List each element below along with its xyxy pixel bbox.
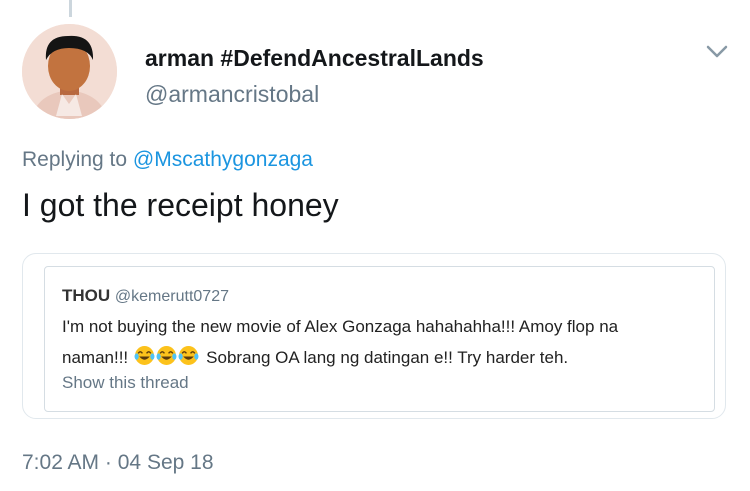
quoted-text-before-emoji: naman!!! <box>62 348 129 367</box>
quoted-text-after-emoji: Sobrang OA lang ng datingan e!! Try hard… <box>206 348 569 367</box>
quoted-author-name: THOU <box>62 286 111 305</box>
tweet-time[interactable]: 7:02 AM <box>22 451 99 474</box>
chevron-down-icon[interactable] <box>706 45 728 59</box>
show-thread-link[interactable]: Show this thread <box>62 373 189 393</box>
avatar-illustration <box>22 24 117 119</box>
replying-prefix: Replying to <box>22 148 128 171</box>
tears-of-joy-emoji <box>134 345 156 371</box>
quoted-text-line-1: I'm not buying the new movie of Alex Gon… <box>62 317 619 336</box>
user-handle[interactable]: @armancristobal <box>145 81 319 108</box>
tears-of-joy-emoji <box>178 345 200 371</box>
tweet-text: I got the receipt honey <box>22 187 339 223</box>
tears-of-joy-emoji <box>156 345 178 371</box>
tweet-date[interactable]: 04 Sep 18 <box>118 451 214 474</box>
reply-mention-link[interactable]: @Mscathygonzaga <box>133 148 313 171</box>
timestamp-separator: · <box>104 451 112 474</box>
display-name[interactable]: arman #DefendAncestralLands <box>145 45 484 72</box>
thread-connector-line <box>69 0 72 17</box>
quoted-author-handle: @kemerutt0727 <box>114 288 229 305</box>
tweet-timestamp[interactable]: 7:02 AM · 04 Sep 18 <box>22 451 214 475</box>
replying-to: Replying to @Mscathygonzaga <box>22 148 313 172</box>
quoted-author: THOU @kemerutt0727 <box>62 286 229 306</box>
avatar[interactable] <box>22 24 117 119</box>
quoted-text-line-2: naman!!! Sobrang OA lang ng datingan e!!… <box>62 345 568 371</box>
